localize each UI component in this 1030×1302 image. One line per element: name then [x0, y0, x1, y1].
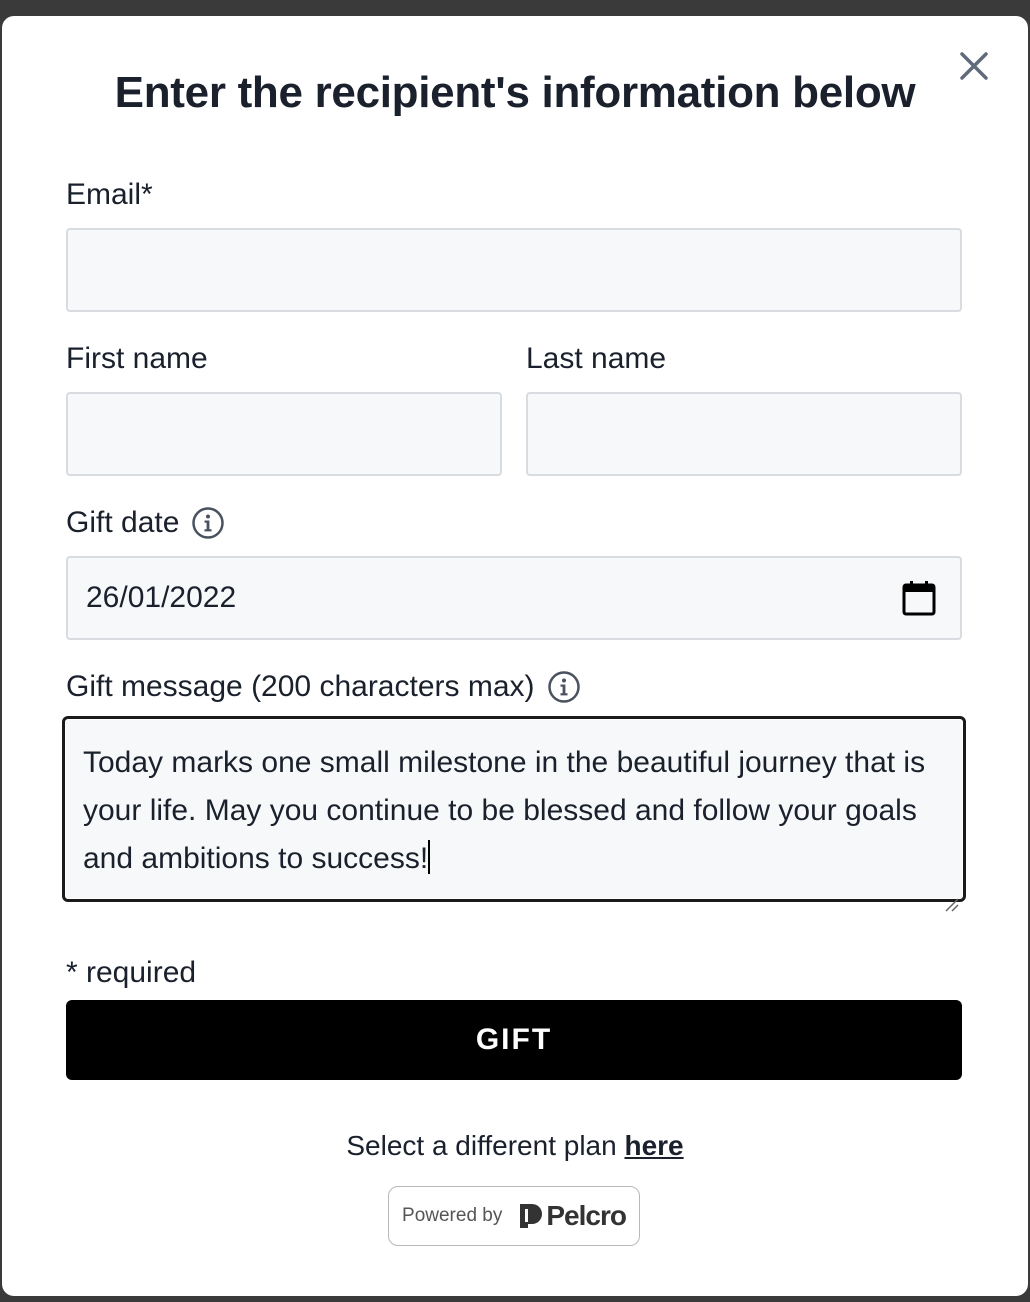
gift-date-label: Gift date: [66, 506, 225, 540]
info-icon[interactable]: [191, 506, 225, 540]
info-icon[interactable]: [547, 670, 581, 704]
gift-message-textarea[interactable]: Today marks one small milestone in the b…: [62, 716, 966, 912]
first-name-field[interactable]: [66, 392, 502, 476]
pelcro-wordmark: Pelcro: [546, 1200, 627, 1231]
first-name-label: First name: [66, 342, 208, 376]
email-label: Email*: [66, 178, 153, 212]
text-caret: [428, 840, 431, 874]
powered-by-text: Powered by: [402, 1205, 503, 1226]
gift-message-label-text: Gift message (200 characters max): [66, 670, 535, 703]
email-label-text: Email*: [66, 178, 153, 211]
last-name-field[interactable]: [526, 392, 962, 476]
modal-title: Enter the recipient's information below: [114, 68, 916, 117]
powered-by-badge[interactable]: Powered by Pelcro: [388, 1186, 640, 1246]
gift-message-text: Today marks one small milestone in the b…: [83, 746, 926, 875]
gift-modal: Enter the recipient's information below …: [2, 16, 1028, 1296]
gift-date-label-text: Gift date: [66, 506, 180, 539]
gift-submit-button[interactable]: GIFT: [66, 1000, 962, 1080]
select-plan-prefix: Select a different plan: [346, 1130, 625, 1161]
gift-message-label: Gift message (200 characters max): [66, 670, 581, 704]
first-name-label-text: First name: [66, 342, 208, 375]
gift-date-field[interactable]: 26/01/2022: [66, 556, 962, 640]
required-note: * required: [66, 956, 197, 989]
resize-handle-icon[interactable]: [943, 879, 959, 912]
last-name-label: Last name: [526, 342, 666, 376]
calendar-icon[interactable]: [902, 580, 936, 616]
last-name-label-text: Last name: [526, 342, 667, 375]
select-plan-text: Select a different plan here: [2, 1130, 1028, 1162]
email-field[interactable]: [66, 228, 962, 312]
select-plan-link[interactable]: here: [624, 1130, 683, 1161]
pelcro-logo-icon: [520, 1204, 543, 1228]
gift-date-value: 26/01/2022: [86, 581, 237, 614]
pelcro-logo: Pelcro: [516, 1200, 627, 1232]
